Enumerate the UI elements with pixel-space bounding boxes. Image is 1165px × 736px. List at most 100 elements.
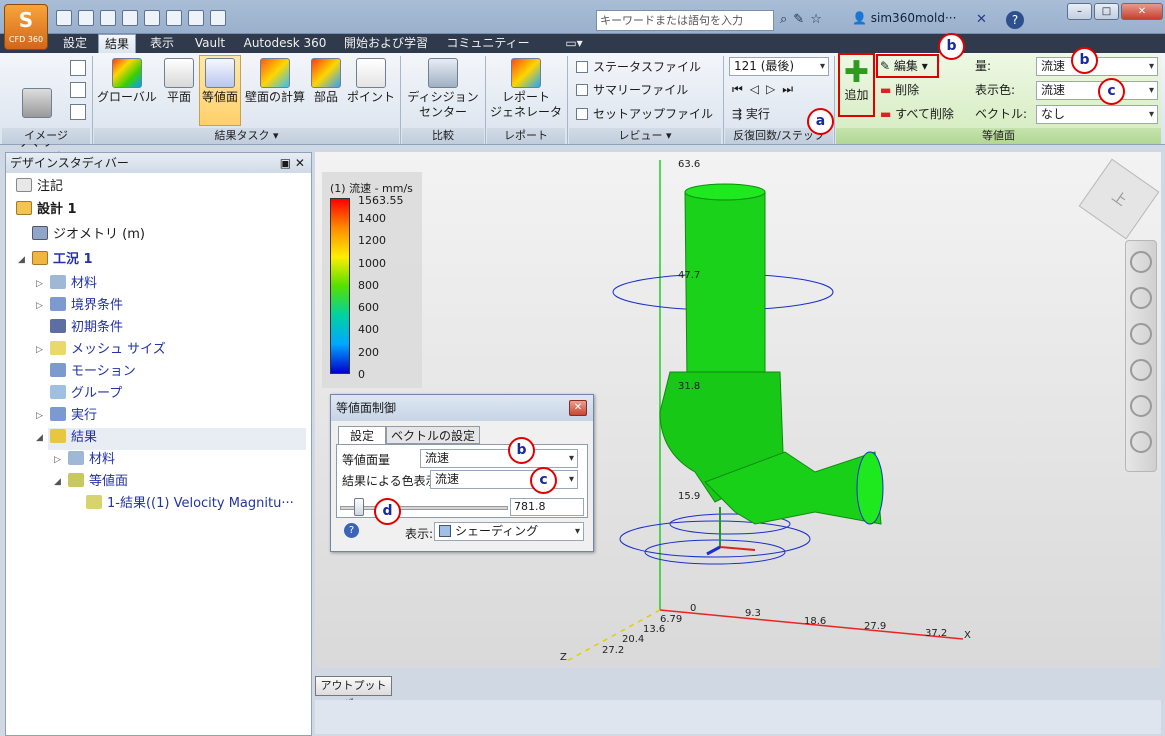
- summary-image-button[interactable]: サマリー イメージ: [8, 58, 66, 165]
- tab-vault[interactable]: Vault: [188, 34, 232, 53]
- x-tick: 0: [690, 603, 697, 614]
- dialog-tab-settings[interactable]: 設定: [338, 426, 386, 445]
- value-input[interactable]: 781.8: [510, 498, 584, 516]
- dialog-quantity-select[interactable]: 流速: [420, 449, 578, 468]
- image-small-icon-3[interactable]: [70, 104, 86, 120]
- global-task-button[interactable]: グローバル: [96, 58, 158, 105]
- expand-arrow-icon[interactable]: ◢: [36, 427, 43, 449]
- new-icon[interactable]: [56, 10, 72, 26]
- binoculars-icon[interactable]: ⌕: [780, 12, 787, 27]
- tree-item-materials[interactable]: ▷ 材料: [36, 273, 97, 295]
- point-task-button[interactable]: ポイント: [345, 58, 397, 105]
- plane-task-button[interactable]: 平面: [160, 58, 198, 105]
- undo-icon[interactable]: [144, 10, 160, 26]
- tree-item-boundary[interactable]: ▷ 境界条件: [36, 295, 123, 317]
- expand-arrow-icon[interactable]: ▷: [36, 273, 43, 295]
- star-icon[interactable]: ☆: [810, 12, 822, 27]
- scenario-icon: [32, 251, 48, 265]
- image-small-icon-2[interactable]: [70, 82, 86, 98]
- tab-settings[interactable]: 設定: [56, 34, 94, 53]
- tree-item-motion[interactable]: モーション: [50, 361, 136, 383]
- summary-file-button[interactable]: サマリーファイル: [576, 80, 688, 100]
- tab-view[interactable]: 表示: [141, 34, 183, 53]
- tree-item-run[interactable]: ▷ 実行: [36, 405, 97, 427]
- close-button[interactable]: ✕: [1121, 3, 1163, 20]
- expand-arrow-icon[interactable]: ▷: [36, 295, 43, 317]
- walk-icon[interactable]: [1130, 431, 1152, 453]
- edit-button[interactable]: ✎ 編集 ▾: [880, 56, 928, 76]
- display-color-select[interactable]: 流速: [1036, 81, 1158, 100]
- minimize-button[interactable]: –: [1067, 3, 1092, 20]
- redo-icon[interactable]: [166, 10, 182, 26]
- group-result-tasks-label[interactable]: 結果タスク ▾: [94, 128, 399, 144]
- run-button[interactable]: ⇶ 実行: [732, 104, 770, 124]
- search-input[interactable]: キーワードまたは語句を入力: [596, 10, 774, 31]
- settings-icon[interactable]: [210, 10, 226, 26]
- part-task-button[interactable]: 部品: [309, 58, 343, 105]
- status-file-button[interactable]: ステータスファイル: [576, 57, 701, 77]
- image-small-icon-1[interactable]: [70, 60, 86, 76]
- value-slider-thumb[interactable]: [354, 498, 364, 516]
- iteration-nav-buttons[interactable]: ⏮◁▷⏭: [732, 82, 800, 97]
- pan-icon[interactable]: [1130, 287, 1152, 309]
- expand-arrow-icon[interactable]: ◢: [54, 471, 61, 493]
- delete-all-button[interactable]: ▬ すべて削除: [880, 104, 954, 124]
- decision-center-button[interactable]: ディシジョン センター: [404, 58, 482, 120]
- group-review-label[interactable]: レビュー ▾: [569, 128, 721, 144]
- help-icon[interactable]: ?: [344, 523, 359, 538]
- expand-arrow-icon[interactable]: ▷: [54, 449, 61, 471]
- legend-tick: 1000: [358, 257, 386, 270]
- orbit-icon[interactable]: [1130, 359, 1152, 381]
- vector-select[interactable]: なし: [1036, 105, 1158, 124]
- report-generator-button[interactable]: レポート ジェネレータ: [488, 58, 564, 120]
- expand-arrow-icon[interactable]: ▷: [36, 405, 43, 427]
- delete-button[interactable]: ▬ 削除: [880, 80, 919, 100]
- tree-item-isosurfaces[interactable]: ◢ 等値面: [54, 471, 128, 493]
- tree-item-initial[interactable]: 初期条件: [50, 317, 123, 339]
- zoom-icon[interactable]: [1130, 323, 1152, 345]
- tree-item-results[interactable]: ◢ 結果: [36, 427, 97, 449]
- tab-autodesk-360[interactable]: Autodesk 360: [238, 34, 332, 53]
- tree-item-groups[interactable]: グループ: [50, 383, 122, 405]
- expand-arrow-icon[interactable]: ▷: [36, 339, 43, 361]
- exchange-icon[interactable]: ✕: [976, 12, 987, 27]
- expand-arrow-icon[interactable]: ◢: [18, 249, 25, 271]
- ribbon-minimize-icon[interactable]: ▭▾: [560, 34, 588, 53]
- maximize-button[interactable]: □: [1094, 3, 1119, 20]
- display-mode-select[interactable]: シェーディング: [434, 522, 584, 541]
- add-isosurface-button[interactable]: ✚ 追加: [840, 58, 873, 103]
- tree-item-isosurface-result[interactable]: 1-結果((1) Velocity Magnitu···: [86, 493, 294, 515]
- tree-label: メッシュ サイズ: [71, 342, 166, 357]
- panel-pin-close-icons[interactable]: ▣ ✕: [280, 153, 305, 173]
- steering-wheel-icon[interactable]: [1130, 251, 1152, 273]
- tree-item-mesh[interactable]: ▷ メッシュ サイズ: [36, 339, 166, 361]
- tab-community[interactable]: コミュニティー: [440, 34, 536, 53]
- setup-file-button[interactable]: セットアップファイル: [576, 104, 713, 124]
- tree-item-scenario[interactable]: ◢ 工況 1: [18, 249, 93, 271]
- wrench-icon[interactable]: ✎: [793, 12, 804, 27]
- help-icon[interactable]: ?: [1006, 11, 1024, 29]
- dialog-close-button[interactable]: ✕: [569, 400, 587, 416]
- app-menu-button[interactable]: S CFD 360: [4, 4, 48, 50]
- user-account[interactable]: 👤 sim360mold···: [852, 11, 956, 25]
- tree-item-result-materials[interactable]: ▷ 材料: [54, 449, 115, 471]
- tree-item-design[interactable]: 設計 1: [16, 199, 77, 221]
- save-all-icon[interactable]: [122, 10, 138, 26]
- tab-getting-started[interactable]: 開始および学習: [336, 34, 436, 53]
- value-slider-track[interactable]: [340, 506, 508, 510]
- setup-file-label: セットアップファイル: [593, 107, 714, 121]
- tree-item-geometry[interactable]: ジオメトリ (m): [32, 224, 145, 246]
- output-bar-button[interactable]: アウトプットバー: [315, 676, 392, 710]
- tree-item-notes[interactable]: 注記: [16, 176, 63, 198]
- open-icon[interactable]: [78, 10, 94, 26]
- tab-results[interactable]: 結果: [98, 34, 136, 53]
- run-label: 実行: [745, 107, 770, 121]
- project-icon[interactable]: [188, 10, 204, 26]
- isosurface-task-button[interactable]: 等値面: [199, 58, 241, 105]
- wall-calc-task-button[interactable]: 壁面の計算: [243, 58, 307, 105]
- look-icon[interactable]: [1130, 395, 1152, 417]
- save-icon[interactable]: [100, 10, 116, 26]
- isosurface-icon: [205, 58, 235, 88]
- dialog-tab-vector-settings[interactable]: ベクトルの設定: [386, 426, 480, 444]
- iteration-select[interactable]: 121 (最後): [729, 57, 829, 76]
